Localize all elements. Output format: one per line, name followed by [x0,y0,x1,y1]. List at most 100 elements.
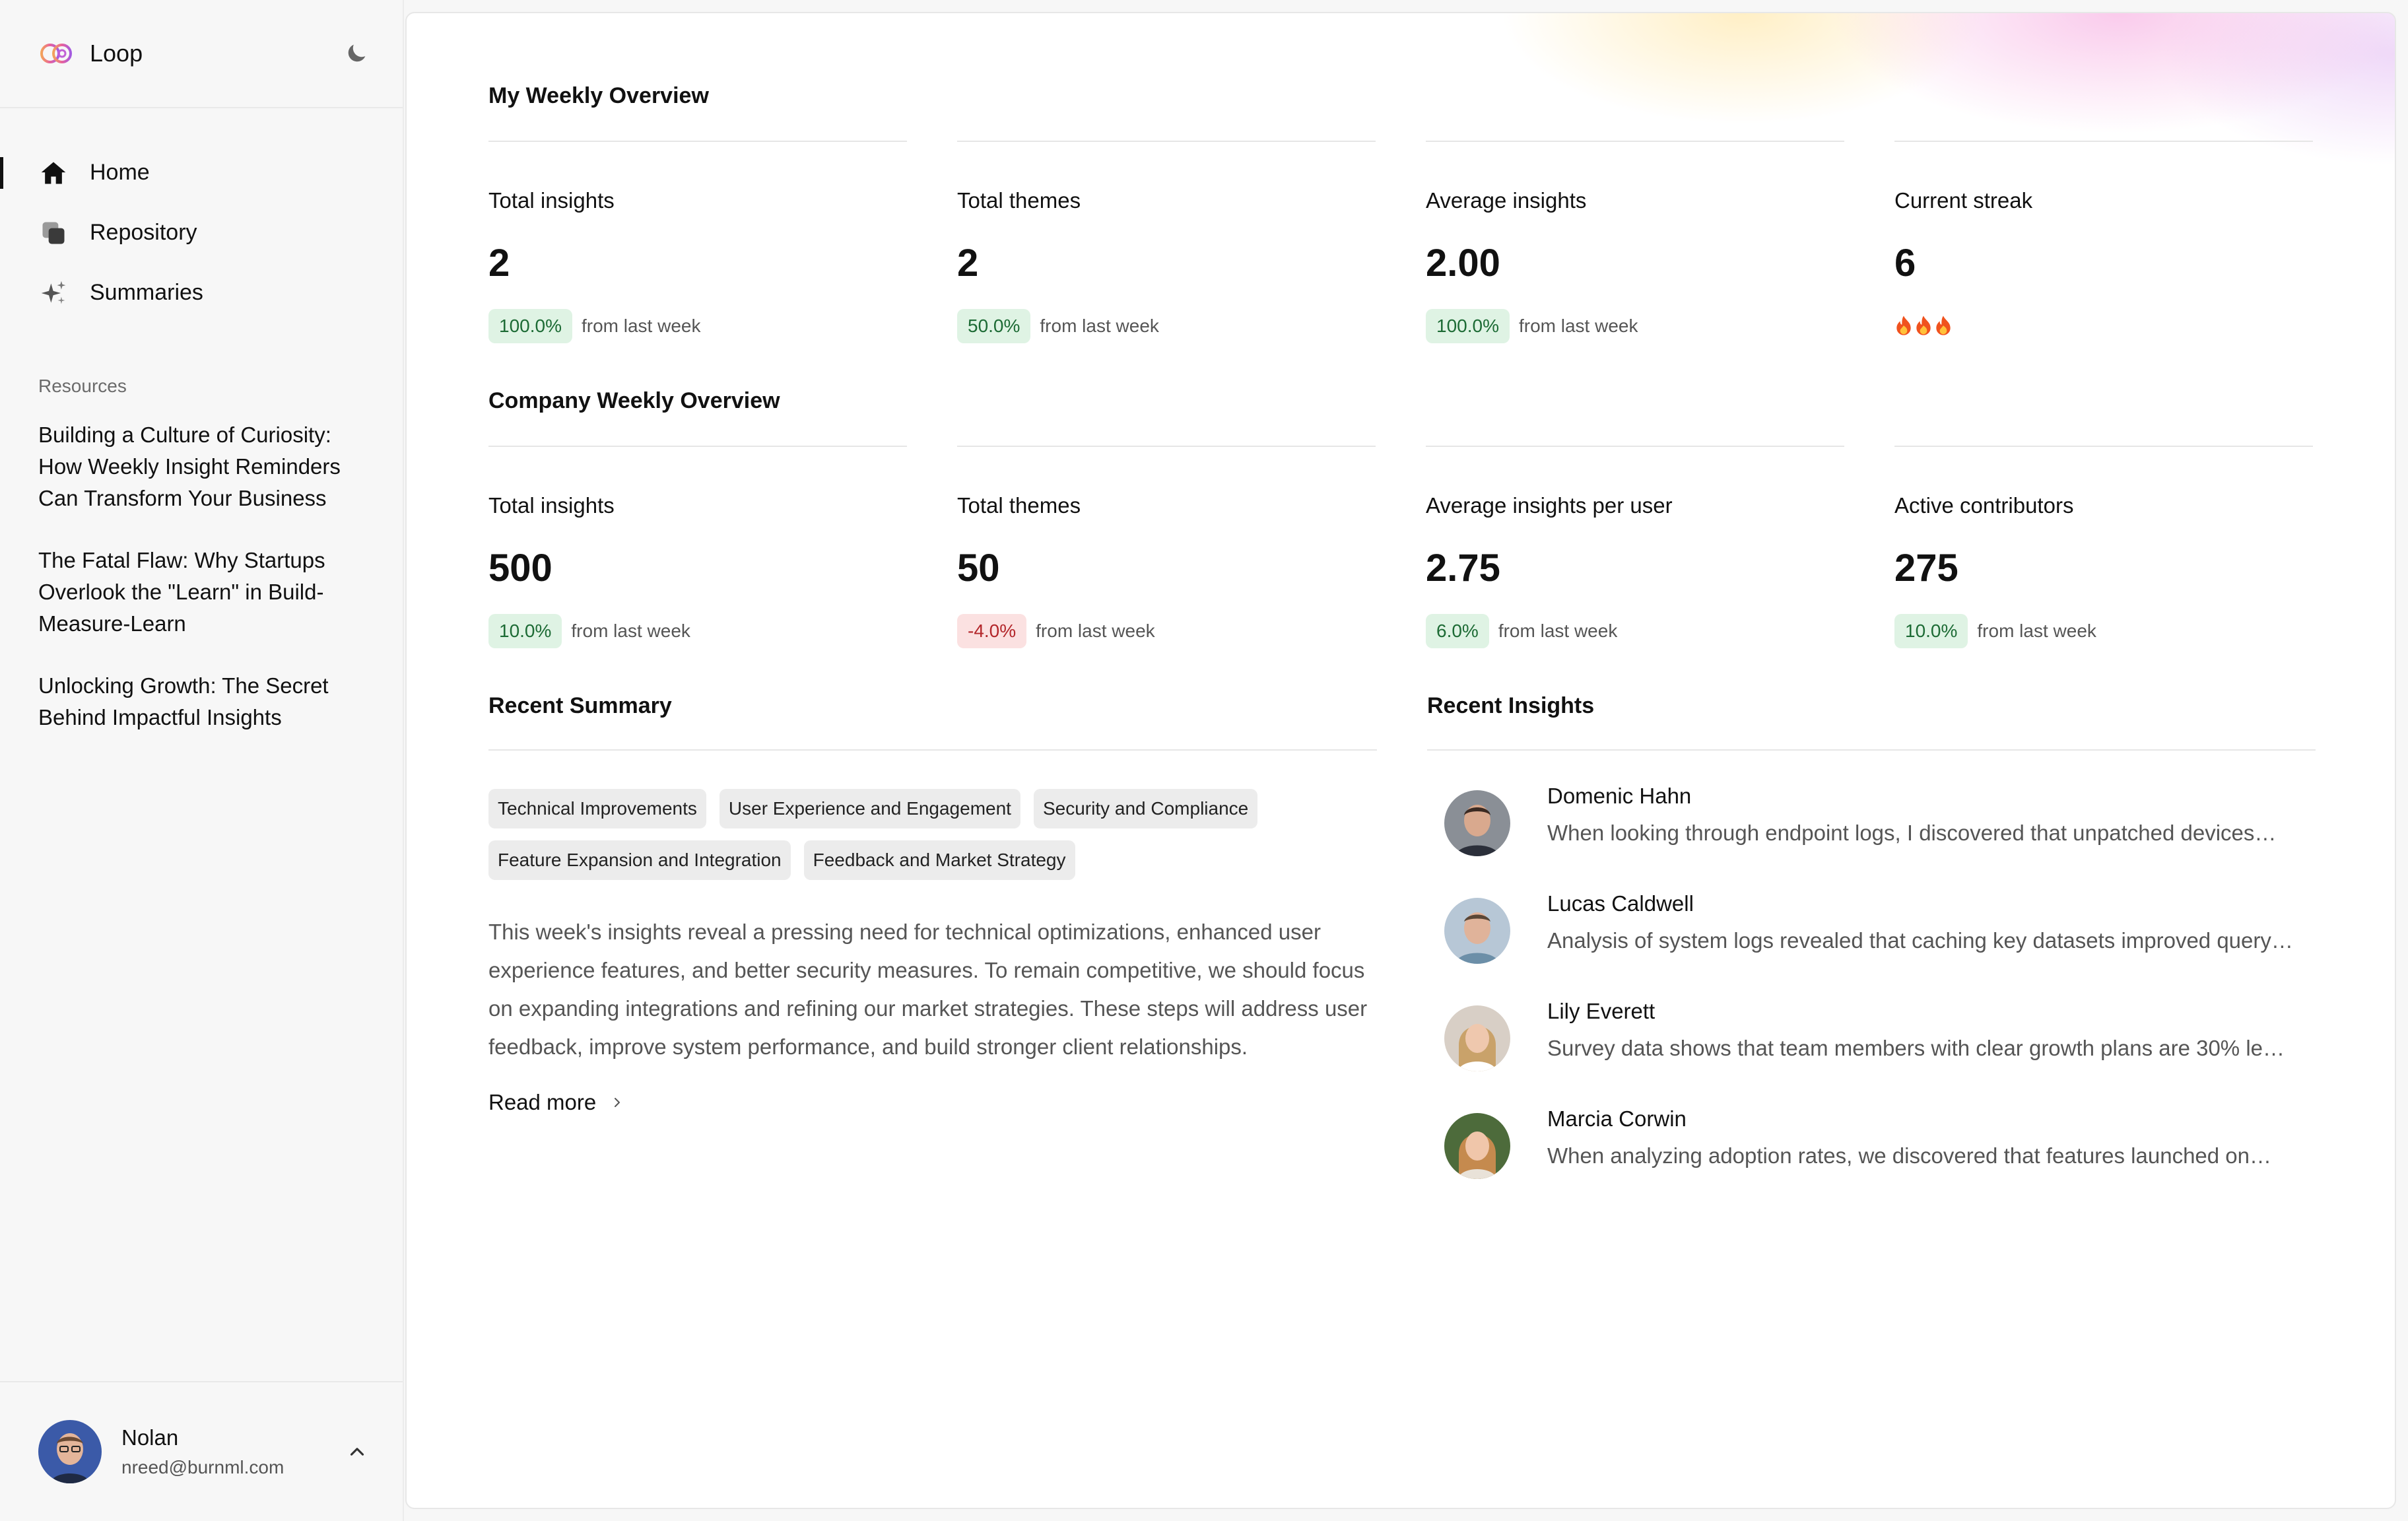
change-caption: from last week [1036,621,1155,641]
moon-icon[interactable] [343,40,370,67]
change-caption: from last week [571,621,690,641]
resources-heading: Resources [38,376,127,396]
insight-author: Lily Everett [1547,999,1656,1023]
stat-label: Total insights [488,493,615,518]
sparkles-icon [38,278,69,308]
stat-label: Active contributors [1894,493,2074,518]
insight-text: Survey data shows that team members with… [1547,1036,2285,1060]
user-email: nreed@burnml.com [121,1457,284,1477]
theme-tag[interactable]: User Experience and Engagement [719,789,1020,828]
insight-body: Domenic Hahn When looking through endpoi… [1547,784,2306,846]
nav-label: Summaries [90,280,203,305]
stat-change: 10.0% from last week [488,614,907,648]
chevron-right-icon [615,1098,620,1107]
nav-item-home[interactable]: Home [0,143,403,203]
stat-label: Current streak [1894,188,2033,213]
flame-icon [1896,316,1911,335]
brand-header: Loop [0,0,403,108]
my-overview-title: My Weekly Overview [488,83,709,108]
stat-value: 2 [957,242,979,285]
stat-card: Active contributors 275 10.0% from last … [1894,446,2313,648]
insight-item[interactable]: Lily Everett Survey data shows that team… [1427,999,2316,1106]
theme-tag[interactable]: Security and Compliance [1033,789,1258,828]
stat-change: 6.0% from last week [1426,614,1844,648]
stat-change: 100.0% from last week [1426,309,1844,343]
stat-label: Total themes [957,188,1081,213]
recent-summary: Recent Summary Technical Improvements Us… [488,693,1377,1214]
insight-item[interactable]: Marcia Corwin When analyzing adoption ra… [1427,1106,2316,1214]
change-badge: 100.0% [488,309,572,343]
stat-card: Total insights 500 10.0% from last week [488,446,907,648]
nav-item-repository[interactable]: Repository [0,203,403,263]
streak-flames [1894,309,2313,342]
nav-label: Home [90,160,150,185]
stat-card: Average insights per user 2.75 6.0% from… [1426,446,1844,648]
theme-tag[interactable]: Technical Improvements [488,789,706,828]
resource-link[interactable]: Unlocking Growth: The Secret Behind Impa… [38,670,368,733]
theme-tag[interactable]: Feature Expansion and Integration [488,840,791,880]
insight-item[interactable]: Lucas Caldwell Analysis of system logs r… [1427,891,2316,999]
stat-label: Average insights [1426,188,1587,213]
read-more-label: Read more [488,1090,597,1114]
resource-link[interactable]: The Fatal Flaw: Why Startups Overlook th… [38,545,368,640]
user-avatar [38,1420,102,1483]
recent-section: Recent Summary Technical Improvements Us… [488,693,2317,1214]
change-badge: 100.0% [1426,309,1510,343]
change-caption: from last week [1518,316,1638,336]
insight-author: Marcia Corwin [1547,1106,1687,1131]
stat-change: -4.0% from last week [957,614,1376,648]
stat-label: Total insights [488,188,615,213]
insight-avatar [1444,1113,1510,1179]
user-menu[interactable]: Nolan nreed@burnml.com [0,1381,403,1521]
stat-label: Average insights per user [1426,493,1673,518]
change-badge: 10.0% [488,614,562,648]
home-icon [38,158,69,188]
read-more-link[interactable]: Read more [488,1090,1377,1115]
insight-list: Domenic Hahn When looking through endpoi… [1427,784,2316,1214]
sidebar: Loop Home Repository Summaries Resources… [0,0,404,1521]
recent-insights-title: Recent Insights [1427,693,1595,718]
summary-text: This week's insights reveal a pressing n… [488,920,1368,1059]
insight-avatar [1444,790,1510,856]
insight-body: Lily Everett Survey data shows that team… [1547,999,2306,1061]
change-caption: from last week [1977,621,2096,641]
insight-text: When looking through endpoint logs, I di… [1547,821,2277,845]
app-name: Loop [90,40,143,67]
my-overview-stats: Total insights 2 100.0% from last week T… [488,141,2317,343]
insight-author: Domenic Hahn [1547,784,1692,808]
recent-insights: Recent Insights Domenic Hahn When lookin… [1427,693,2316,1214]
company-overview-title: Company Weekly Overview [488,388,780,413]
resource-link[interactable]: Building a Culture of Curiosity: How Wee… [38,419,368,514]
chevron-up-icon[interactable] [346,1440,368,1463]
stat-change: 10.0% from last week [1894,614,2313,648]
insight-avatar [1444,1005,1510,1071]
insight-author: Lucas Caldwell [1547,891,1694,916]
theme-tag[interactable]: Feedback and Market Strategy [803,840,1075,880]
flame-icon [1916,316,1931,335]
repository-icon [38,218,69,248]
stat-value: 2.00 [1426,242,1500,285]
divider [1427,749,2316,751]
divider [488,749,1377,751]
theme-tags: Technical Improvements User Experience a… [488,789,1281,880]
change-badge: 10.0% [1894,614,1968,648]
stat-change: 100.0% from last week [488,309,907,343]
stat-change: 50.0% from last week [957,309,1376,343]
user-name: Nolan [121,1425,179,1450]
insight-avatar [1444,898,1510,964]
change-caption: from last week [1040,316,1159,336]
dashboard-content: My Weekly Overview Total insights 2 100.… [488,13,2317,1214]
stat-card: Current streak 6 [1894,141,2313,343]
stat-value: 500 [488,547,552,590]
nav-item-summaries[interactable]: Summaries [0,263,403,323]
flame-icon [1936,316,1951,335]
stat-value: 50 [957,547,1000,590]
insight-item[interactable]: Domenic Hahn When looking through endpoi… [1427,784,2316,891]
company-overview-stats: Total insights 500 10.0% from last week … [488,446,2317,648]
insight-text: When analyzing adoption rates, we discov… [1547,1143,2272,1168]
stat-value: 2 [488,242,510,285]
change-badge: 6.0% [1426,614,1489,648]
change-badge: -4.0% [957,614,1027,648]
change-caption: from last week [581,316,701,336]
user-meta: Nolan nreed@burnml.com [121,1425,284,1478]
